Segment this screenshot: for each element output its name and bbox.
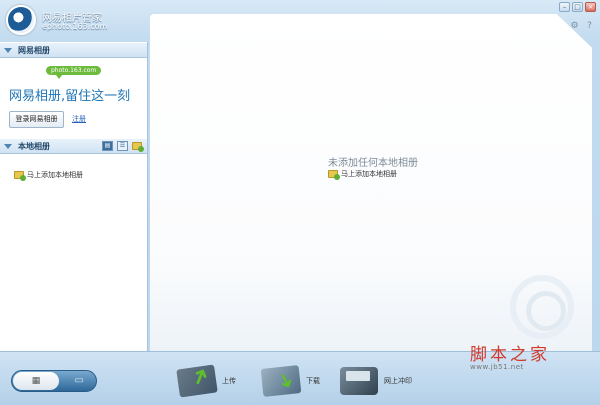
close-button[interactable]: × — [585, 2, 596, 12]
tree-view-icon[interactable]: ☰ — [117, 141, 128, 151]
add-local-album-link[interactable]: 马上添加本地相册 — [14, 170, 83, 181]
empty-state-title: 未添加任何本地相册 — [328, 158, 418, 169]
netease-album-header-label: 网易相册 — [18, 45, 50, 55]
minimize-button[interactable]: – — [559, 2, 570, 12]
view-toggles: ▤ ☰ — [102, 141, 144, 152]
site-watermark-name: 脚本之家 — [470, 345, 550, 365]
maximize-button[interactable]: □ — [572, 2, 583, 12]
netease-promo: photo.163.com 网易相册,留住这一刻 登录网易相册 注册 — [0, 58, 147, 138]
add-album-icon[interactable] — [132, 141, 144, 152]
app-url: ephoto.163.com — [42, 22, 108, 31]
register-link[interactable]: 注册 — [72, 114, 86, 124]
help-icon[interactable]: ? — [585, 22, 594, 31]
printer-icon — [340, 367, 378, 395]
login-button[interactable]: 登录网易相册 — [9, 111, 64, 128]
upload-button[interactable]: 上传 — [176, 364, 236, 398]
list-view-icon[interactable]: ▤ — [102, 141, 113, 151]
main-add-local-album-label: 马上添加本地相册 — [341, 170, 397, 178]
download-icon — [260, 365, 302, 397]
main-add-local-album-link[interactable]: 马上添加本地相册 — [328, 169, 397, 180]
promo-slogan: 网易相册,留住这一刻 — [9, 89, 131, 104]
site-watermark: 脚本之家 www.jb51.net — [470, 340, 550, 371]
download-button[interactable]: 下载 — [260, 365, 320, 397]
upload-icon — [176, 364, 218, 398]
photo-site-badge: photo.163.com — [46, 66, 102, 79]
grid-view-icon[interactable]: ▦ — [13, 372, 59, 390]
logo-area: 网易相片管家 ephoto.163.com — [0, 0, 150, 42]
folder-add-icon — [14, 171, 26, 181]
add-local-album-label: 马上添加本地相册 — [27, 171, 83, 179]
folder-add-icon — [132, 141, 144, 152]
window-controls: – □ × — [559, 2, 596, 12]
local-album-header-label: 本地相册 — [18, 141, 50, 151]
netease-album-header[interactable]: 网易相册 — [0, 42, 147, 58]
background-logo-icon — [510, 275, 574, 339]
upload-label: 上传 — [222, 377, 236, 385]
app-logo-icon — [6, 5, 36, 35]
download-label: 下载 — [306, 377, 320, 385]
photo-view-icon[interactable]: ▭ — [75, 375, 84, 386]
view-mode-switch[interactable]: ▦ ▭ — [11, 370, 97, 392]
left-panel: 网易相册 photo.163.com 网易相册,留住这一刻 登录网易相册 注册 … — [0, 42, 148, 351]
main-content: 未添加任何本地相册 马上添加本地相册 — [150, 14, 592, 351]
collapse-triangle-icon[interactable] — [4, 47, 12, 53]
print-label: 网上冲印 — [384, 377, 412, 385]
local-album-header[interactable]: 本地相册 ▤ ☰ — [0, 138, 147, 154]
print-button[interactable]: 网上冲印 — [340, 367, 412, 395]
collapse-triangle-icon[interactable] — [4, 143, 12, 149]
app-window: 网易相片管家 ephoto.163.com – □ × 🔒 ⚙ ? 网易相册 p… — [0, 0, 600, 405]
folder-add-icon — [328, 170, 340, 180]
